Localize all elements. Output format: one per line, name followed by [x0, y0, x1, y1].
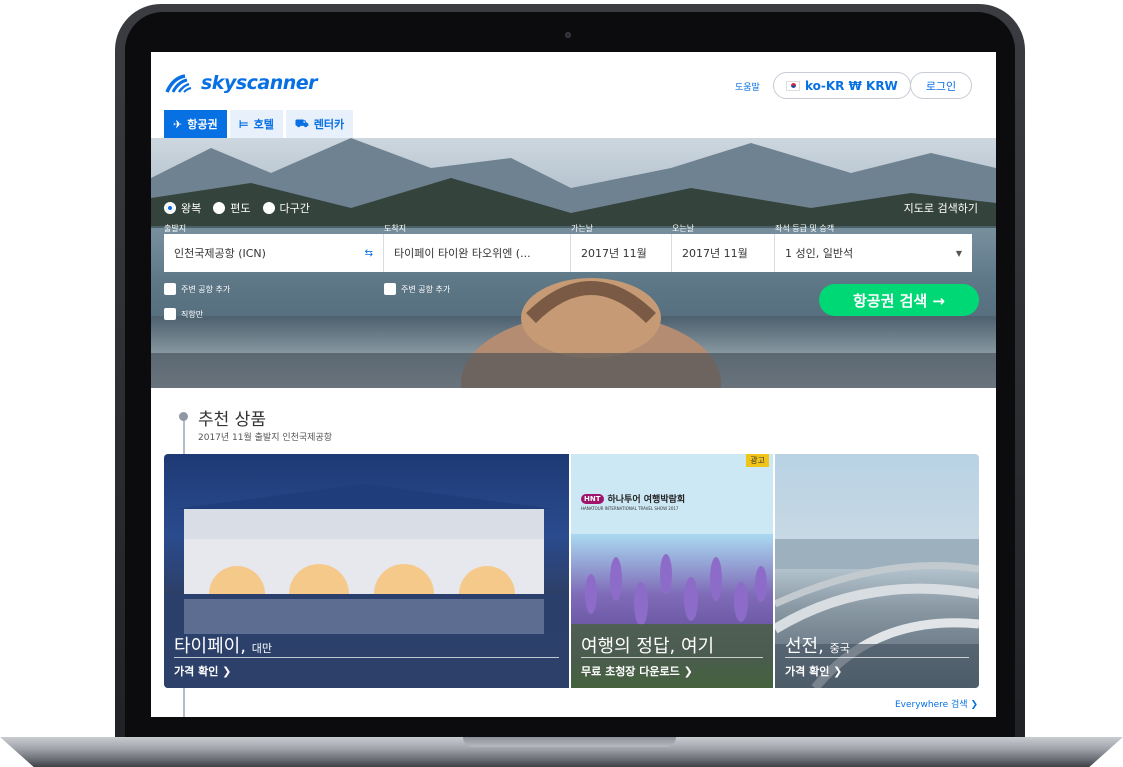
- brand-small-text: HANATOUR INTERNATIONAL TRAVEL SHOW 2017: [581, 506, 679, 511]
- laptop-notch: [463, 737, 676, 747]
- locale-label: ko-KR ₩ KRW: [805, 78, 898, 93]
- tab-label: 호텔: [253, 118, 274, 131]
- card-divider: [785, 657, 969, 658]
- origin-field[interactable]: 인천국제공항 (ICN) ⇆: [164, 234, 384, 272]
- hanatour-logo: HNT 하나투어 여행박람회: [581, 492, 685, 505]
- card-divider: [581, 657, 763, 658]
- radio-checked-icon: [164, 202, 176, 214]
- tab-flights[interactable]: ✈ 항공권: [164, 110, 227, 138]
- trip-type-selector: 왕복 편도 다구간: [164, 200, 310, 216]
- map-search-link[interactable]: 지도로 검색하기: [904, 200, 978, 216]
- return-label: 오는날: [672, 224, 695, 233]
- chevron-down-icon: ▼: [955, 248, 962, 258]
- origin-label: 출발지: [164, 224, 187, 233]
- ad-badge: 광고: [746, 454, 769, 467]
- radio-one-way[interactable]: 편도: [213, 200, 251, 216]
- card-shenzhen[interactable]: 선전, 중국 가격 확인 ❯: [775, 454, 979, 688]
- radio-return[interactable]: 왕복: [164, 200, 201, 216]
- card-link[interactable]: 가격 확인 ❯: [785, 663, 842, 679]
- radio-unchecked-icon: [213, 202, 226, 214]
- timeline-dot: [179, 412, 188, 421]
- nearby-origin-checkbox[interactable]: 주변 공항 추가: [164, 283, 230, 295]
- card-link[interactable]: 무료 초청장 다운로드 ❯: [581, 663, 693, 679]
- everywhere-search-link[interactable]: Everywhere 검색 ❯: [895, 697, 978, 710]
- card-link[interactable]: 가격 확인 ❯: [174, 663, 231, 679]
- brand-text: 하나투어 여행박람회: [607, 495, 686, 505]
- cabin-label: 좌석 등급 및 승객: [775, 224, 835, 233]
- help-link[interactable]: 도움말: [735, 80, 760, 93]
- product-tabs: ✈ 항공권 ⊨ 호텔 ⛟ 렌터카: [164, 110, 354, 138]
- card-ad-hanatour[interactable]: 광고 HNT 하나투어 여행박람회 HANATOUR INTERNATIONAL…: [571, 454, 773, 688]
- radio-multi-city[interactable]: 다구간: [262, 200, 310, 216]
- return-date-field[interactable]: 2017년 11월: [672, 234, 775, 272]
- destination-label: 도착지: [384, 224, 407, 233]
- depart-label: 가는날: [571, 224, 594, 233]
- radio-label: 편도: [230, 202, 251, 215]
- hero-search-panel: 왕복 편도 다구간 지도로 검색하기 출발지 도착지 가는날 오는날 좌석 등급…: [151, 138, 996, 388]
- browser-screen: skyscanner 도움말 ko-KR ₩ KRW 로그인 ✈ 항공권 ⊨ 호…: [151, 52, 996, 717]
- swap-icon[interactable]: ⇆: [365, 248, 373, 259]
- plane-icon: ✈: [173, 117, 183, 131]
- depart-date-field[interactable]: 2017년 11월: [571, 234, 672, 272]
- tab-car-hire[interactable]: ⛟ 렌터카: [285, 110, 354, 138]
- skyscanner-logo[interactable]: skyscanner: [165, 72, 318, 94]
- depart-value: 2017년 11월: [581, 247, 647, 260]
- card-title: 타이페이, 대만: [174, 632, 272, 658]
- checkbox-label: 주변 공항 추가: [181, 284, 231, 294]
- return-value: 2017년 11월: [682, 247, 748, 260]
- card-title: 선전, 중국: [785, 632, 850, 658]
- hnt-badge-icon: HNT: [581, 493, 604, 504]
- webcam-icon: [565, 32, 571, 38]
- card-taipei[interactable]: 타이페이, 대만 가격 확인 ❯: [164, 454, 569, 688]
- nearby-destination-checkbox[interactable]: 주변 공항 추가: [384, 283, 450, 295]
- checkbox-label: 주변 공항 추가: [401, 284, 451, 294]
- tab-label: 항공권: [187, 118, 218, 131]
- search-form: 인천국제공항 (ICN) ⇆ 타이페이 타이완 타오위엔 (... 2017년 …: [164, 234, 972, 272]
- logo-text: skyscanner: [201, 72, 318, 94]
- checkbox-icon: [164, 283, 176, 295]
- card-subtitle: 중국: [829, 642, 850, 655]
- radio-unchecked-icon: [262, 202, 275, 214]
- checkbox-label: 직항만: [181, 309, 204, 319]
- cabin-value: 1 성인, 일반석: [785, 247, 854, 260]
- destination-value: 타이페이 타이완 타오위엔 (...: [394, 247, 531, 260]
- radio-label: 왕복: [181, 202, 202, 215]
- korea-flag-icon: [786, 80, 800, 91]
- site-header: skyscanner 도움말 ko-KR ₩ KRW 로그인: [151, 52, 996, 112]
- login-button[interactable]: 로그인: [910, 72, 972, 99]
- direct-only-checkbox[interactable]: 직항만: [164, 308, 203, 320]
- tab-label: 렌터카: [313, 118, 345, 131]
- card-title-text: 선전,: [785, 636, 824, 657]
- tab-hotels[interactable]: ⊨ 호텔: [229, 110, 283, 138]
- locale-currency-button[interactable]: ko-KR ₩ KRW: [773, 72, 911, 99]
- search-flights-button[interactable]: 항공권 검색 →: [819, 284, 979, 316]
- recommended-subtitle: 2017년 11월 출발지 인천국제공항: [198, 433, 333, 443]
- origin-value: 인천국제공항 (ICN): [174, 247, 266, 260]
- recommended-title: 추천 상품: [198, 410, 266, 430]
- card-title: 여행의 정답, 여기: [581, 636, 715, 657]
- checkbox-icon: [384, 283, 396, 295]
- radio-label: 다구간: [279, 202, 310, 215]
- destination-field[interactable]: 타이페이 타이완 타오위엔 (...: [384, 234, 571, 272]
- card-divider: [174, 657, 559, 658]
- recommendation-cards: 타이페이, 대만 가격 확인 ❯ 광고 HNT 하나투어 여행박람회 HANAT…: [164, 454, 979, 688]
- car-icon: ⛟: [294, 116, 309, 130]
- sunrise-logo-icon: [165, 74, 192, 93]
- card-title-text: 타이페이,: [174, 636, 246, 657]
- bed-icon: ⊨: [238, 117, 249, 131]
- checkbox-icon: [164, 308, 176, 320]
- cabin-passengers-select[interactable]: 1 성인, 일반석 ▼: [775, 234, 972, 272]
- card-subtitle: 대만: [251, 642, 272, 655]
